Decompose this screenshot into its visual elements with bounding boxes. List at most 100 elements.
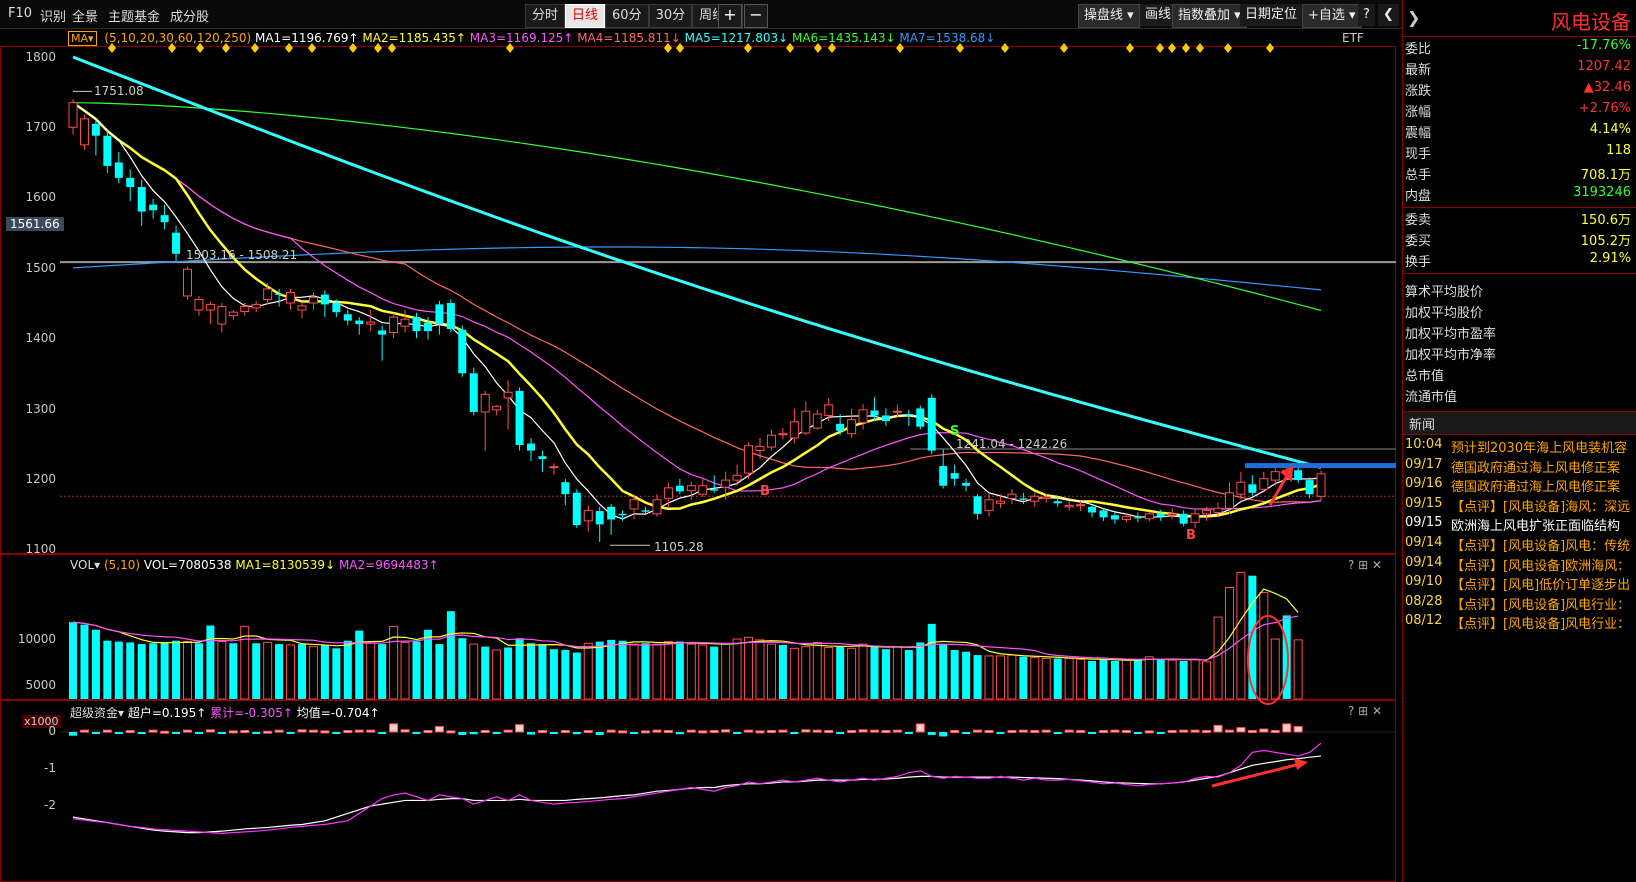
fund-bar [125,730,135,734]
volume-bar [1064,657,1074,700]
news-date: 10:04 [1405,437,1443,452]
candle-body [1053,501,1062,504]
quote-row: 委卖 150.6万 [1403,209,1636,231]
signal-diamond [1182,43,1190,53]
y-tick-1500: 1500 [25,261,56,275]
fund-bar [378,732,387,734]
volume-bar [114,641,123,699]
volume-bar [320,644,329,699]
candle-body [1133,517,1142,519]
quote-value: -17.76% [1576,38,1631,53]
candle-body [1019,498,1028,500]
news-item[interactable]: 09/14 【点评】[风电设备]欧洲海风： [1403,555,1636,575]
fund-bar [1121,730,1131,734]
trend-arrow-fund-head [1294,758,1308,770]
news-item[interactable]: 09/14 【点评】[风电设备]风电：传统 [1403,535,1636,555]
candle-body [1144,513,1154,520]
fund-bar [698,730,708,734]
stat-row[interactable]: 流通市值 [1405,386,1457,405]
signal-diamond [896,43,904,53]
fund-bar [389,723,399,733]
volume-bar [217,641,227,700]
fund-bar [263,730,273,734]
vol-selector[interactable]: VOL▾ [70,558,100,572]
volume-bar [778,644,787,699]
signal-diamond [506,43,514,53]
candle-body [251,303,261,309]
fund-super: 超户=0.195↑ [127,706,207,720]
volume-bar [1121,659,1131,700]
fund-bar [927,732,936,735]
y-tick-1600: 1600 [25,190,56,204]
candle-body [183,268,192,297]
stat-row[interactable]: 加权平均市净率 [1405,344,1496,363]
news-item[interactable]: 09/10 【点评】[风电]低价订单逐步出 [1403,574,1636,594]
stat-row[interactable]: 总市值 [1405,365,1444,384]
stat-row[interactable]: 加权平均股价 [1405,302,1483,321]
fund-bar [733,732,742,734]
volume-bar [641,643,650,699]
fund-selector[interactable]: 超级资金▾ [70,706,124,720]
kline-chart[interactable] [0,0,1396,882]
candle-body [343,314,352,321]
fund-panel-icons[interactable]: ? ⊞ ✕ [1348,704,1382,718]
news-date: 09/15 [1405,515,1443,531]
news-item[interactable]: 10:04 预计到2030年海上风电装机容 [1403,437,1636,457]
vol-ma1: MA1=8130539↓ [235,558,336,572]
news-item[interactable]: 09/15 欧洲海上风电扩张正面临结构 [1403,515,1636,535]
fund-bar [1179,729,1189,733]
fund-bar [332,732,341,734]
volume-bar [458,638,467,699]
fund-bar [354,729,364,733]
fund-bar [1041,729,1051,733]
volume-bar [847,647,857,700]
stat-row[interactable]: 加权平均市盈率 [1405,323,1496,342]
signal-diamond [1266,43,1274,53]
quote-value: 4.14% [1589,122,1631,137]
volume-bar [1144,656,1154,700]
quote-row: 涨跌 ▲32.46 [1403,80,1636,102]
news-item[interactable]: 09/16 德国政府通过海上风电修正案 [1403,476,1636,496]
fund-bar [1099,730,1108,734]
candle-body [1224,492,1234,509]
signal-diamond [1001,43,1009,53]
volume-bar [892,646,902,700]
candle-body [308,296,318,304]
quote-row: 最新 1207.42 [1403,59,1636,81]
expand-icon[interactable]: ❯ [1407,8,1420,27]
volume-bar [916,642,925,699]
divider [1403,207,1636,208]
candle-body [675,485,684,492]
candle-body [870,410,879,416]
volume-bar [950,650,959,699]
candle-body [1007,493,1017,499]
divider [1403,36,1636,37]
fund-bar [641,730,650,734]
news-headline: 【点评】[风电设备]海风：深远 [1451,499,1631,515]
y-tick-1200: 1200 [25,472,56,486]
candle-body [1179,513,1188,524]
candle-body [583,509,593,522]
fund-bar [252,732,261,734]
quote-label: 最新 [1405,63,1432,78]
fund-bar [560,730,570,734]
news-item[interactable]: 08/28 【点评】[风电设备]风电行业： [1403,594,1636,614]
volume-bar [103,640,112,699]
quote-row: 内盘 3193246 [1403,185,1636,207]
candle-body [950,473,959,479]
fund-bar [766,730,776,734]
signal-diamond [222,43,230,53]
candle-body [801,410,811,434]
news-item[interactable]: 09/15 【点评】[风电设备]海风：深远 [1403,496,1636,516]
news-item[interactable]: 08/12 【点评】[风电设备]风电行业： [1403,613,1636,633]
signal-diamond [1224,43,1232,53]
news-item[interactable]: 09/17 德国政府通过海上风电修正案 [1403,457,1636,477]
volume-panel-icons[interactable]: ? ⊞ ✕ [1348,558,1382,572]
signal-diamond [388,43,396,53]
fund-bar [778,729,788,733]
volume-bar [1224,587,1234,700]
stat-row[interactable]: 算术平均股价 [1405,281,1483,300]
candle-body [355,320,364,325]
volume-bar [995,655,1005,700]
news-date: 09/14 [1405,535,1443,550]
